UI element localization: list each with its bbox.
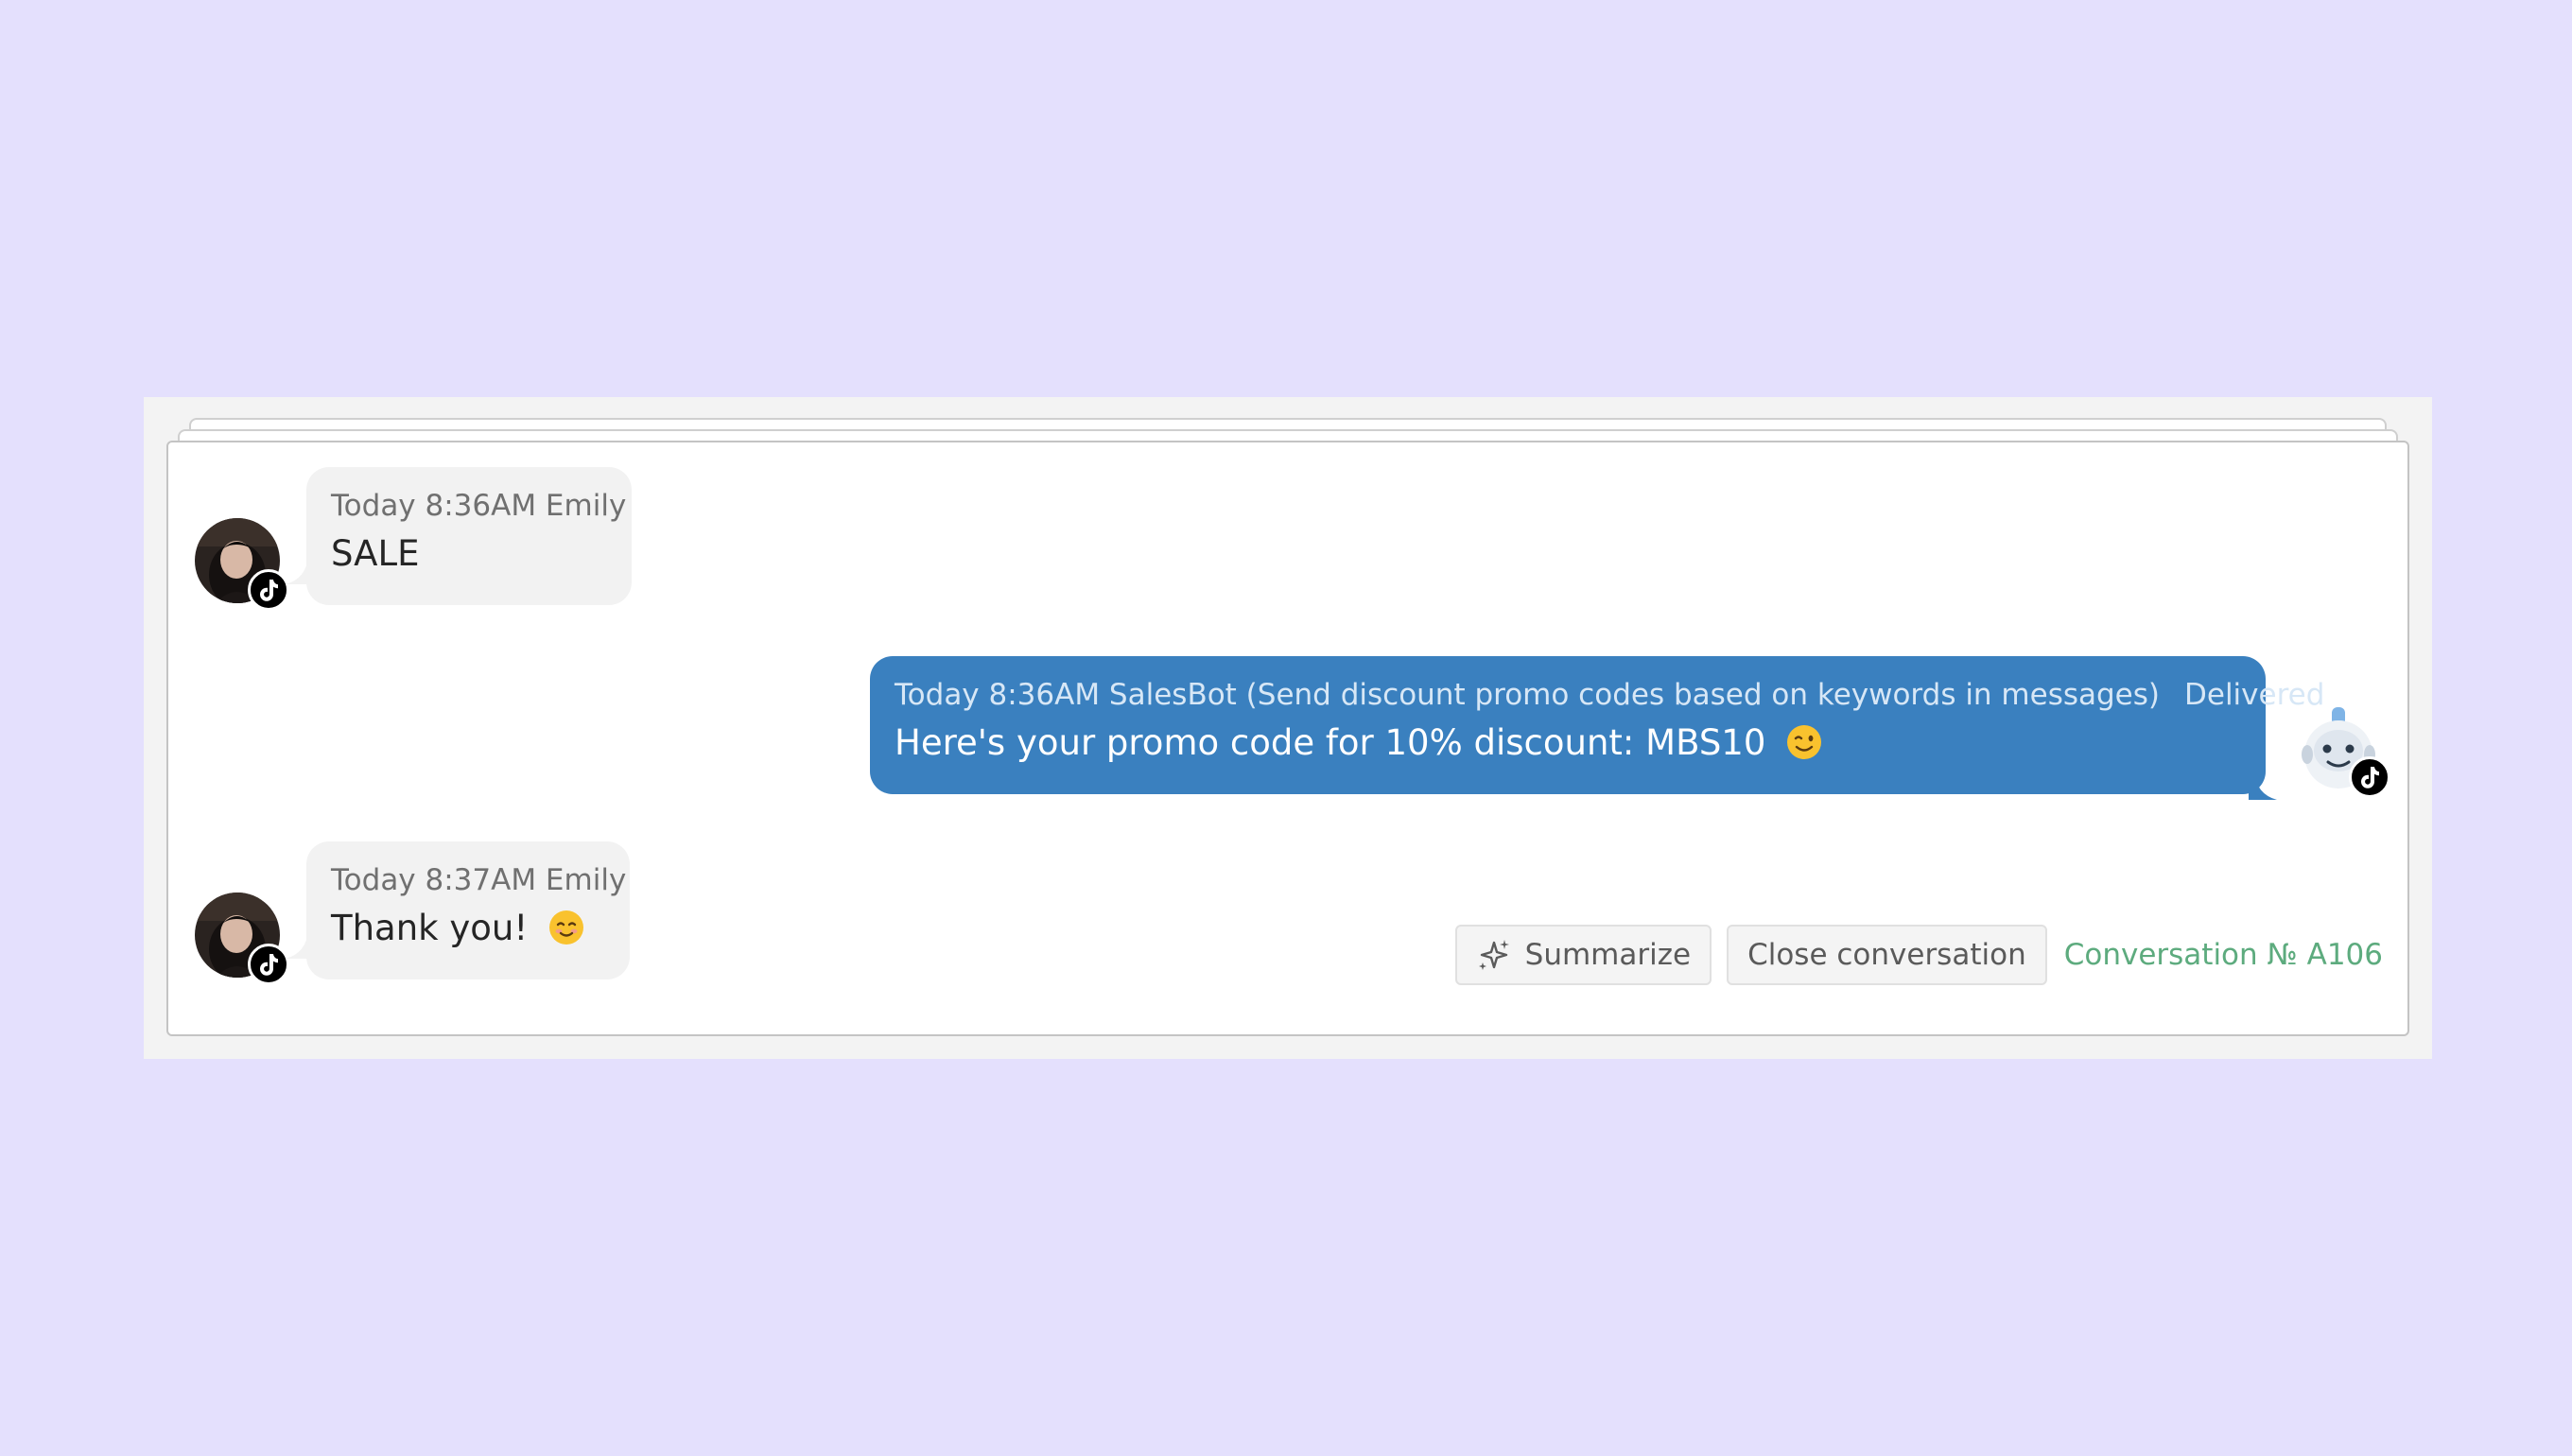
close-conversation-button[interactable]: Close conversation [1727,925,2047,985]
tiktok-icon [2349,756,2390,798]
message-text: Thank you! [331,908,529,948]
message-bubble[interactable]: Today 8:36AM Emily SALE [306,467,632,605]
conversation-panel: Today 8:36AM Emily SALE Today 8:36AM Sal… [144,397,2432,1059]
message-bubble[interactable]: Today 8:36AM SalesBot (Send discount pro… [870,656,2324,794]
conversation-number-link[interactable]: Conversation № A106 [2064,938,2383,972]
message-meta: Today 8:36AM SalesBot (Send discount pro… [895,678,2160,712]
avatar[interactable] [195,893,289,985]
message-text: Here's your promo code for 10% discount:… [895,722,1766,763]
summarize-label: Summarize [1524,938,1692,972]
close-conversation-label: Close conversation [1747,938,2026,972]
message-meta: Today 8:37AM Emily [331,863,627,897]
wink-emoji-icon [1787,725,1822,759]
tiktok-icon [248,944,289,985]
tiktok-icon [248,569,289,611]
chat-card: Today 8:36AM Emily SALE Today 8:36AM Sal… [166,441,2409,1036]
avatar[interactable] [195,518,289,611]
message-text: SALE [331,533,420,574]
sparkle-icon [1478,940,1509,970]
bubble-tail [2249,771,2277,800]
smiling-emoji-icon [548,910,583,945]
conversation-actions: Summarize Close conversation Conversatio… [1454,925,2383,985]
message-meta: Today 8:36AM Emily [331,489,627,523]
bot-avatar[interactable] [2296,705,2390,798]
summarize-button[interactable]: Summarize [1454,925,1712,985]
message-bubble[interactable]: Today 8:37AM Emily Thank you! [306,841,630,979]
